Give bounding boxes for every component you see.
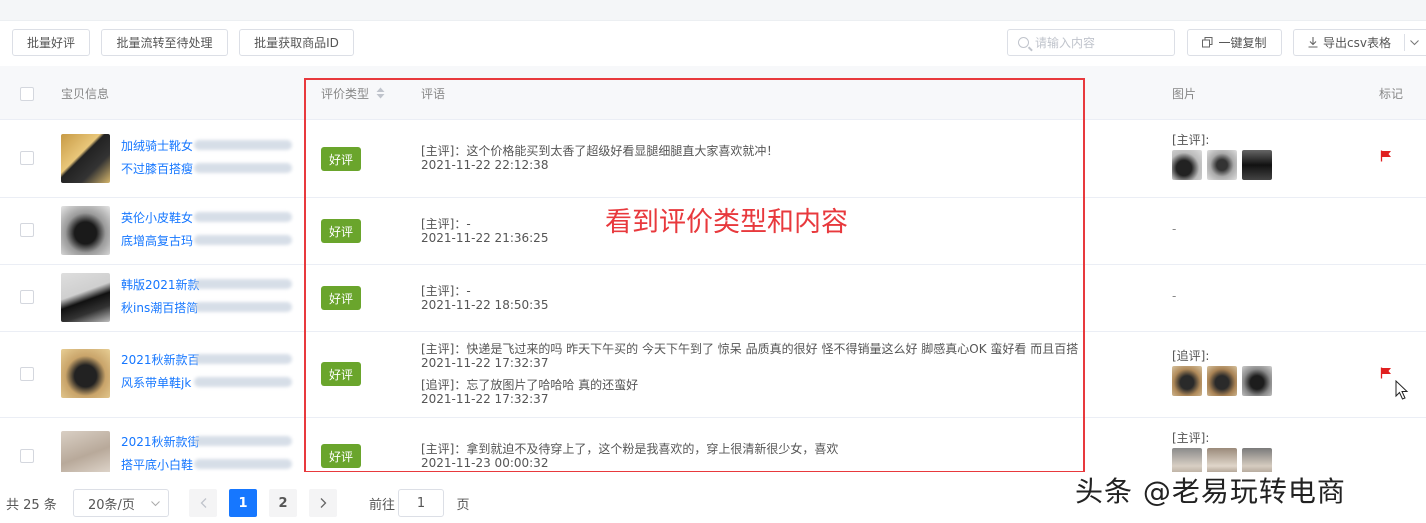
product-thumbnail[interactable] — [61, 134, 110, 183]
chevron-left-icon — [200, 498, 206, 508]
row-checkbox[interactable] — [20, 151, 34, 165]
review-image[interactable] — [1242, 150, 1272, 180]
review-image[interactable] — [1207, 150, 1237, 180]
product-thumbnail[interactable] — [61, 431, 110, 472]
chevron-down-icon[interactable] — [1410, 40, 1419, 46]
blurred-text — [194, 459, 292, 469]
search-input[interactable]: 请输入内容 — [1007, 29, 1175, 56]
row-checkbox[interactable] — [20, 449, 34, 463]
product-thumbnail[interactable] — [61, 349, 110, 398]
product-title[interactable]: 2021秋新款百 — [121, 351, 200, 368]
copy-all-button[interactable]: 一键复制 — [1187, 29, 1282, 56]
row-checkbox[interactable] — [20, 223, 34, 237]
export-csv-button[interactable]: 导出csv表格 — [1293, 29, 1426, 56]
batch-good-review-button[interactable]: 批量好评 — [12, 29, 90, 56]
blurred-text — [194, 377, 292, 387]
review-image[interactable] — [1242, 366, 1272, 396]
prev-page-button[interactable] — [189, 489, 217, 517]
copy-icon — [1202, 37, 1213, 48]
search-placeholder: 请输入内容 — [1035, 36, 1096, 50]
goto-page-input[interactable]: 1 — [398, 489, 444, 517]
product-title[interactable]: 搭平底小白鞋 — [121, 456, 193, 472]
search-icon — [1018, 37, 1029, 48]
flag-icon[interactable] — [1380, 367, 1392, 379]
row-checkbox[interactable] — [20, 367, 34, 381]
header-images: 图片 — [1172, 87, 1197, 101]
page-size-select[interactable]: 20条/页 — [73, 489, 169, 517]
review-image[interactable] — [1172, 150, 1202, 180]
chevron-right-icon — [320, 498, 326, 508]
blurred-text — [194, 212, 292, 222]
blurred-text — [194, 302, 292, 312]
product-thumbnail[interactable] — [61, 206, 110, 255]
blurred-text — [194, 163, 292, 173]
review-image[interactable] — [1207, 448, 1237, 472]
page-size-value: 20条/页 — [88, 497, 135, 513]
product-title[interactable]: 2021秋新款街 — [121, 433, 200, 450]
product-title[interactable]: 英伦小皮鞋女 — [121, 209, 193, 226]
review-image[interactable] — [1242, 448, 1272, 472]
picture-label: [主评]: — [1172, 431, 1210, 445]
picture-label: [主评]: — [1172, 133, 1210, 147]
product-title[interactable]: 风系带单鞋jk — [121, 374, 191, 391]
review-image[interactable] — [1207, 366, 1237, 396]
product-title[interactable]: 韩版2021新款 — [121, 276, 200, 293]
no-picture: - — [1172, 289, 1177, 303]
total-count: 共 25 条 — [6, 497, 57, 513]
chevron-down-icon — [151, 501, 160, 507]
blurred-text — [194, 354, 292, 364]
product-title[interactable]: 不过膝百搭瘦 — [121, 160, 193, 177]
batch-get-id-button[interactable]: 批量获取商品ID — [239, 29, 354, 56]
annotation-text: 看到评价类型和内容 — [605, 207, 848, 238]
watermark: 头条 @老易玩转电商 — [1075, 475, 1346, 508]
blurred-text — [194, 279, 292, 289]
export-csv-label: 导出csv表格 — [1323, 36, 1391, 50]
mouse-cursor-icon — [1395, 380, 1409, 400]
select-all-checkbox[interactable] — [20, 87, 34, 101]
flag-icon[interactable] — [1380, 150, 1392, 162]
blurred-text — [194, 436, 292, 446]
next-page-button[interactable] — [309, 489, 337, 517]
picture-label: [追评]: — [1172, 349, 1210, 363]
review-image[interactable] — [1172, 448, 1202, 472]
blurred-text — [194, 235, 292, 245]
product-title[interactable]: 加绒骑士靴女 — [121, 137, 193, 154]
highlight-box — [304, 78, 1085, 473]
product-title[interactable]: 底增高复古玛 — [121, 232, 193, 249]
batch-transfer-button[interactable]: 批量流转至待处理 — [101, 29, 228, 56]
goto-label: 前往 — [368, 497, 395, 513]
blurred-text — [194, 140, 292, 150]
top-band — [0, 0, 1426, 21]
goto-suffix: 页 — [456, 497, 470, 513]
product-thumbnail[interactable] — [61, 273, 110, 322]
page-1-button[interactable]: 1 — [229, 489, 257, 517]
header-mark: 标记 — [1379, 87, 1404, 101]
download-icon — [1308, 37, 1318, 48]
page-2-button[interactable]: 2 — [269, 489, 297, 517]
product-title[interactable]: 秋ins潮百搭简 — [121, 299, 198, 316]
divider — [1404, 34, 1405, 51]
no-picture: - — [1172, 222, 1177, 236]
review-image[interactable] — [1172, 366, 1202, 396]
row-checkbox[interactable] — [20, 290, 34, 304]
copy-all-label: 一键复制 — [1218, 36, 1267, 50]
header-product: 宝贝信息 — [61, 87, 110, 101]
